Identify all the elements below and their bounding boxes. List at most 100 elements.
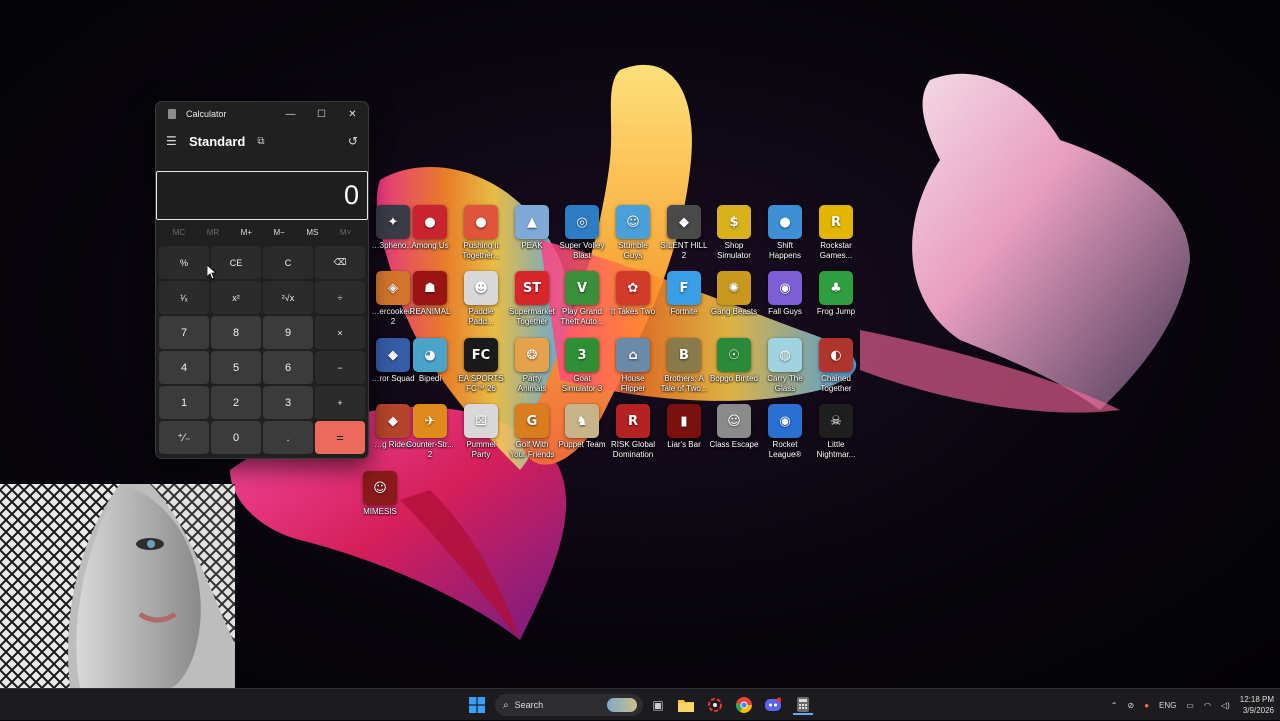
desktop-shortcut[interactable]: ◉ Fall Guys bbox=[760, 271, 810, 337]
clock[interactable]: 12:18 PM 3/9/2026 bbox=[1240, 694, 1274, 716]
microphone-icon[interactable]: ● bbox=[1144, 701, 1149, 710]
percent-button[interactable]: % bbox=[159, 246, 209, 279]
shortcut-label: Carry The Glass bbox=[767, 374, 803, 393]
desktop-shortcut[interactable]: ✈ Counter-Str... 2 bbox=[405, 404, 455, 470]
desktop-shortcut[interactable]: ◐ Chained Together bbox=[811, 338, 861, 404]
memory-button[interactable]: M+ bbox=[241, 228, 252, 237]
zero-button[interactable]: 0 bbox=[211, 421, 261, 454]
monitor-icon[interactable]: ▭ bbox=[1186, 701, 1194, 710]
maximize-button[interactable]: ☐ bbox=[306, 102, 337, 126]
desktop-shortcut[interactable]: ◕ Bipedi bbox=[405, 338, 455, 404]
history-icon[interactable]: ↺ bbox=[348, 134, 358, 148]
decimal-button[interactable]: . bbox=[263, 421, 313, 454]
shortcut-label: Play Grand Theft Auto... bbox=[560, 307, 604, 326]
desktop-shortcut[interactable]: ✺ Gang Beasts bbox=[709, 271, 759, 337]
desktop-shortcut[interactable]: ☠ Little Nightmar... bbox=[811, 404, 861, 470]
webcam-image bbox=[0, 484, 235, 688]
desktop-shortcut[interactable]: B Brothers: A Tale of Two... bbox=[659, 338, 709, 404]
desktop-shortcut[interactable]: ● Pushing it Together... bbox=[456, 205, 506, 271]
file-explorer-icon[interactable] bbox=[678, 695, 694, 715]
wifi-icon[interactable]: ◠ bbox=[1204, 701, 1211, 710]
desktop-shortcut[interactable]: ☺ Stumble Guys bbox=[608, 205, 658, 271]
minimize-button[interactable]: — bbox=[275, 102, 306, 126]
calculator-window[interactable]: Calculator — ☐ ✕ ☰ Standard ⧉ ↺ 0 MC MR M+… bbox=[155, 101, 369, 459]
menu-icon[interactable]: ☰ bbox=[166, 134, 180, 148]
memory-button[interactable]: M˅ bbox=[340, 228, 351, 237]
desktop-shortcut[interactable]: ☗ REANIMAL bbox=[405, 271, 455, 337]
keep-on-top-icon[interactable]: ⧉ bbox=[257, 136, 264, 147]
clear-button[interactable]: C bbox=[263, 246, 313, 279]
subtract-button[interactable]: − bbox=[315, 351, 365, 384]
desktop-shortcut[interactable]: 3 Goat Simulator 3 bbox=[557, 338, 607, 404]
desktop-shortcut[interactable]: ◎ Super Volley Blast bbox=[557, 205, 607, 271]
calculator-taskbar-icon[interactable] bbox=[793, 695, 813, 715]
desktop-shortcut[interactable]: ▮ Liar's Bar bbox=[659, 404, 709, 470]
desktop-shortcut[interactable]: ◉ Rocket League® bbox=[760, 404, 810, 470]
eight-button[interactable]: 8 bbox=[211, 316, 261, 349]
backspace-button[interactable]: ⌫ bbox=[315, 246, 365, 279]
add-button[interactable]: + bbox=[315, 386, 365, 419]
reciprocal-button[interactable]: ¹⁄ₓ bbox=[159, 281, 209, 314]
desktop-shortcut[interactable]: ♣ Frog Jump bbox=[811, 271, 861, 337]
desktop-shortcut[interactable]: ⌂ House Flipper bbox=[608, 338, 658, 404]
network-muted-icon[interactable]: ⊘ bbox=[1127, 701, 1134, 710]
square-root-button[interactable]: ²√x bbox=[263, 281, 313, 314]
clear-entry-button[interactable]: CE bbox=[211, 246, 261, 279]
equals-button[interactable]: = bbox=[315, 421, 365, 454]
divide-button[interactable]: ÷ bbox=[315, 281, 365, 314]
desktop-shortcut[interactable]: F Fortnite bbox=[659, 271, 709, 337]
close-button[interactable]: ✕ bbox=[337, 102, 368, 126]
desktop-shortcut[interactable]: ☺ Class Escape bbox=[709, 404, 759, 470]
language-indicator[interactable]: ENG bbox=[1159, 701, 1176, 710]
desktop-shortcut[interactable]: ● Among Us bbox=[405, 205, 455, 271]
desktop-shortcut[interactable]: ☺ MIMESIS bbox=[355, 471, 405, 537]
four-button[interactable]: 4 bbox=[159, 351, 209, 384]
memory-button[interactable]: M− bbox=[274, 228, 285, 237]
five-button[interactable]: 5 bbox=[211, 351, 261, 384]
three-button[interactable]: 3 bbox=[263, 386, 313, 419]
square-button[interactable]: x² bbox=[211, 281, 261, 314]
task-view-icon[interactable]: ▣ bbox=[650, 695, 666, 715]
desktop-shortcut[interactable]: ♞ Puppet Team bbox=[557, 404, 607, 470]
desktop-shortcut[interactable]: ST Supermarket Together bbox=[507, 271, 557, 337]
calculator-mode-title: Standard bbox=[189, 133, 246, 149]
two-button[interactable]: 2 bbox=[211, 386, 261, 419]
multiply-button[interactable]: × bbox=[315, 316, 365, 349]
one-button[interactable]: 1 bbox=[159, 386, 209, 419]
desktop-shortcut[interactable]: G Golf With Your Friends bbox=[507, 404, 557, 470]
desktop-shortcut[interactable]: R Rockstar Games... bbox=[811, 205, 861, 271]
app-icon: G bbox=[515, 404, 549, 438]
dev-app-icon[interactable] bbox=[706, 695, 724, 715]
discord-icon[interactable] bbox=[764, 695, 782, 715]
seven-button[interactable]: 7 bbox=[159, 316, 209, 349]
chevron-up-icon[interactable]: ⌃ bbox=[1111, 701, 1118, 710]
desktop-shortcut[interactable]: ✿ It Takes Two bbox=[608, 271, 658, 337]
desktop-shortcut[interactable]: ⚄ Pummel Party bbox=[456, 404, 506, 470]
start-button[interactable] bbox=[466, 695, 488, 715]
desktop-shortcut[interactable]: ☉ Bopgo Binted bbox=[709, 338, 759, 404]
chrome-icon[interactable] bbox=[735, 695, 753, 715]
app-icon: ◉ bbox=[768, 271, 802, 305]
six-button[interactable]: 6 bbox=[263, 351, 313, 384]
windows-icon bbox=[469, 697, 485, 713]
taskbar-search[interactable]: ⌕ Search bbox=[495, 694, 643, 716]
desktop-shortcut[interactable]: ◍ Carry The Glass bbox=[760, 338, 810, 404]
memory-button[interactable]: MC bbox=[173, 228, 185, 237]
memory-button[interactable]: MR bbox=[207, 228, 219, 237]
desktop-shortcut[interactable]: ◆ SILENT HILL 2 bbox=[659, 205, 709, 271]
memory-button[interactable]: MS bbox=[306, 228, 318, 237]
desktop-shortcut[interactable]: ☻ Paddle Padd... bbox=[456, 271, 506, 337]
desktop-shortcut[interactable]: ❂ Party Animals bbox=[507, 338, 557, 404]
calculator-titlebar[interactable]: Calculator — ☐ ✕ bbox=[156, 102, 368, 126]
desktop-shortcut[interactable]: $ Shop Simulator bbox=[709, 205, 759, 271]
desktop-shortcut[interactable]: R RISK Global Domination bbox=[608, 404, 658, 470]
app-icon: ⌂ bbox=[616, 338, 650, 372]
clock-time: 12:18 PM bbox=[1239, 695, 1274, 704]
desktop-shortcut[interactable]: V Play Grand Theft Auto... bbox=[557, 271, 607, 337]
desktop-shortcut[interactable]: FC EA SPORTS FC™ 26 bbox=[456, 338, 506, 404]
volume-icon[interactable]: ◁) bbox=[1221, 701, 1230, 710]
desktop-shortcut[interactable]: ▲ PEAK bbox=[507, 205, 557, 271]
negate-button[interactable]: ⁺∕₋ bbox=[159, 421, 209, 454]
desktop-shortcut[interactable]: ● Shift Happens bbox=[760, 205, 810, 271]
nine-button[interactable]: 9 bbox=[263, 316, 313, 349]
